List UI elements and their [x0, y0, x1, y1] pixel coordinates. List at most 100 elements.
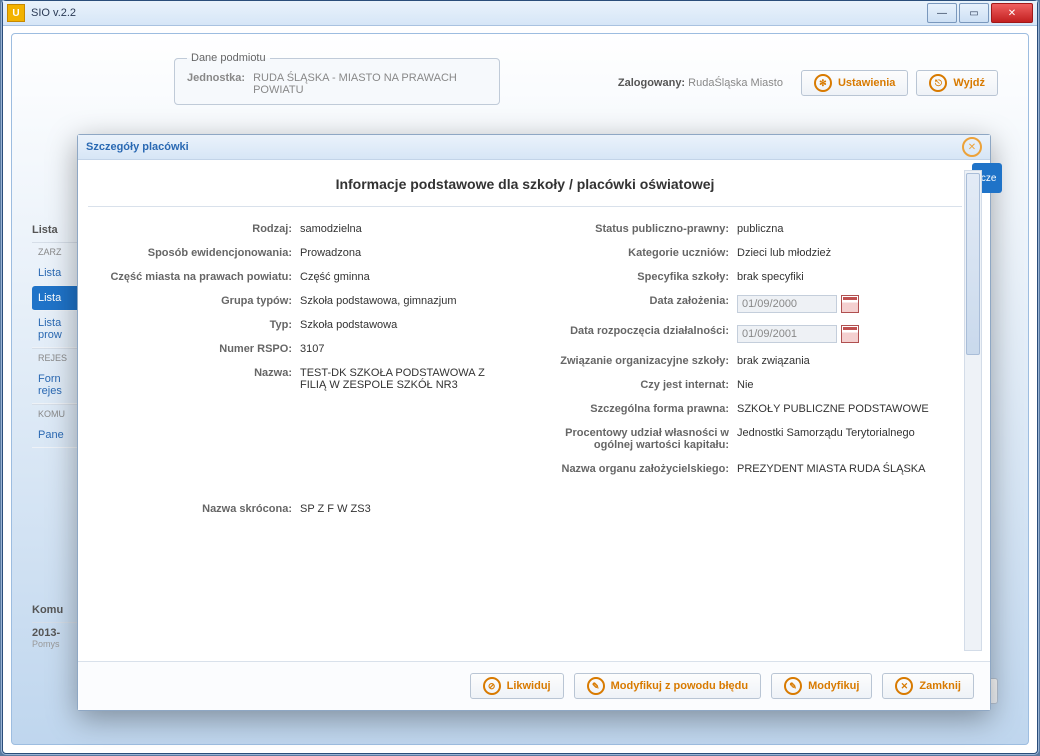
scrollbar-thumb[interactable]	[966, 173, 980, 355]
field-value: samodzielna	[300, 223, 500, 235]
form-row: Kategorie uczniów:Dzieci lub młodzież	[525, 241, 962, 265]
field-label: Nazwa:	[92, 367, 300, 391]
field-label: Procentowy udział własności w ogólnej wa…	[529, 427, 737, 451]
form-columns: Rodzaj:samodzielnaSposób ewidencjonowani…	[88, 217, 962, 521]
field-value: TEST-DK SZKOŁA PODSTAWOWA Z FILIĄ W ZESP…	[300, 367, 500, 391]
modal-body: Informacje podstawowe dla szkoły / placó…	[78, 160, 990, 661]
entity-label: Jednostka:	[187, 72, 245, 96]
left-column: Rodzaj:samodzielnaSposób ewidencjonowani…	[88, 217, 525, 521]
modify-error-button[interactable]: ✎ Modyfikuj z powodu błędu	[574, 673, 761, 699]
titlebar: U SIO v.2.2 — ▭ ✕	[3, 1, 1037, 26]
field-value: Jednostki Samorządu Terytorialnego	[737, 427, 937, 451]
close-label: Zamknij	[919, 680, 961, 692]
app-window: U SIO v.2.2 — ▭ ✕ Dane podmiotu Jednostk…	[2, 0, 1038, 754]
field-label: Nazwa skrócona:	[92, 503, 300, 515]
field-value	[737, 325, 937, 343]
date-input[interactable]	[737, 325, 837, 343]
modify-button[interactable]: ✎ Modyfikuj	[771, 673, 872, 699]
field-value: Szkoła podstawowa	[300, 319, 500, 331]
field-label: Specyfika szkoły:	[529, 271, 737, 283]
modal-scrollpane: Informacje podstawowe dla szkoły / placó…	[88, 170, 962, 651]
field-value: Prowadzona	[300, 247, 500, 259]
app-icon: U	[7, 4, 25, 22]
field-label: Grupa typów:	[92, 295, 300, 307]
field-value: brak specyfiki	[737, 271, 937, 283]
form-row: Numer RSPO:3107	[88, 337, 525, 361]
form-row: Sposób ewidencjonowania:Prowadzona	[88, 241, 525, 265]
modal-footer: ⊘ Likwiduj ✎ Modyfikuj z powodu błędu ✎ …	[78, 661, 990, 710]
close-button[interactable]: ✕ Zamknij	[882, 673, 974, 699]
field-label: Data założenia:	[529, 295, 737, 313]
field-label: Czy jest internat:	[529, 379, 737, 391]
gear-icon: ✻	[814, 74, 832, 92]
modify-label: Modyfikuj	[808, 680, 859, 692]
form-row: Czy jest internat:Nie	[525, 373, 962, 397]
field-value: 3107	[300, 343, 500, 355]
form-row: Związanie organizacyjne szkoły:brak zwią…	[525, 349, 962, 373]
forbid-icon: ⊘	[483, 677, 501, 695]
modify-error-label: Modyfikuj z powodu błędu	[611, 680, 748, 692]
logout-button[interactable]: ⎋ Wyjdź	[916, 70, 998, 96]
field-value: SP Z F W ZS3	[300, 503, 500, 515]
entity-groupbox: Dane podmiotu Jednostka: RUDA ŚLĄSKA - M…	[174, 52, 500, 105]
form-row: Nazwa organu założycielskiego:PREZYDENT …	[525, 457, 962, 481]
calendar-icon[interactable]	[841, 295, 859, 313]
form-row: Nazwa skrócona:SP Z F W ZS3	[88, 497, 525, 521]
maximize-button[interactable]: ▭	[959, 3, 989, 23]
window-close-button[interactable]: ✕	[991, 3, 1033, 23]
date-input[interactable]	[737, 295, 837, 313]
field-label: Nazwa organu założycielskiego:	[529, 463, 737, 475]
form-row: Szczególna forma prawna:SZKOŁY PUBLICZNE…	[525, 397, 962, 421]
header-right: Zalogowany: RudaŚląska Miasto ✻ Ustawien…	[618, 70, 998, 96]
field-label: Związanie organizacyjne szkoły:	[529, 355, 737, 367]
minimize-button[interactable]: —	[927, 3, 957, 23]
logged-label: Zalogowany:	[618, 77, 685, 89]
details-modal: rcze Szczegóły placówki ✕ Informacje pod…	[77, 134, 991, 711]
calendar-icon[interactable]	[841, 325, 859, 343]
field-value	[737, 295, 937, 313]
field-label: Status publiczno-prawny:	[529, 223, 737, 235]
field-value: brak związania	[737, 355, 937, 367]
field-value: PREZYDENT MIASTA RUDA ŚLĄSKA	[737, 463, 937, 475]
logout-icon: ⎋	[929, 74, 947, 92]
entity-value: RUDA ŚLĄSKA - MIASTO NA PRAWACH POWIATU	[253, 72, 487, 96]
separator	[88, 206, 962, 207]
field-label: Numer RSPO:	[92, 343, 300, 355]
logged-user: RudaŚląska Miasto	[688, 77, 783, 89]
form-row: Status publiczno-prawny:publiczna	[525, 217, 962, 241]
close-icon: ✕	[895, 677, 913, 695]
right-column: Status publiczno-prawny:publicznaKategor…	[525, 217, 962, 521]
field-value: SZKOŁY PUBLICZNE PODSTAWOWE	[737, 403, 937, 415]
header-area: Dane podmiotu Jednostka: RUDA ŚLĄSKA - M…	[172, 52, 1008, 132]
modal-title: Szczegóły placówki	[86, 141, 189, 153]
field-label: Kategorie uczniów:	[529, 247, 737, 259]
settings-label: Ustawienia	[838, 77, 895, 89]
edit-icon: ✎	[784, 677, 802, 695]
edit-icon: ✎	[587, 677, 605, 695]
field-value: Szkoła podstawowa, gimnazjum	[300, 295, 500, 307]
form-row: Grupa typów:Szkoła podstawowa, gimnazjum	[88, 289, 525, 313]
form-row: Część miasta na prawach powiatu:Część gm…	[88, 265, 525, 289]
modal-close-icon[interactable]: ✕	[962, 137, 982, 157]
field-value: Część gminna	[300, 271, 500, 283]
field-label: Część miasta na prawach powiatu:	[92, 271, 300, 283]
form-row: Data rozpoczęcia działalności:	[525, 319, 962, 349]
form-row: Typ:Szkoła podstawowa	[88, 313, 525, 337]
field-value: Dzieci lub młodzież	[737, 247, 937, 259]
client-area: Dane podmiotu Jednostka: RUDA ŚLĄSKA - M…	[11, 33, 1029, 745]
form-row: Procentowy udział własności w ogólnej wa…	[525, 421, 962, 457]
form-row: Data założenia:	[525, 289, 962, 319]
settings-button[interactable]: ✻ Ustawienia	[801, 70, 908, 96]
field-label: Data rozpoczęcia działalności:	[529, 325, 737, 343]
form-row: Nazwa:TEST-DK SZKOŁA PODSTAWOWA Z FILIĄ …	[88, 361, 525, 397]
field-label: Rodzaj:	[92, 223, 300, 235]
modal-header: Szczegóły placówki ✕	[78, 135, 990, 160]
window-title: SIO v.2.2	[31, 7, 76, 19]
field-label: Sposób ewidencjonowania:	[92, 247, 300, 259]
page-background: Dane podmiotu Jednostka: RUDA ŚLĄSKA - M…	[11, 33, 1029, 745]
liquidate-button[interactable]: ⊘ Likwiduj	[470, 673, 564, 699]
field-label: Typ:	[92, 319, 300, 331]
field-label: Szczególna forma prawna:	[529, 403, 737, 415]
scrollbar-track[interactable]	[964, 170, 982, 651]
form-row: Rodzaj:samodzielna	[88, 217, 525, 241]
